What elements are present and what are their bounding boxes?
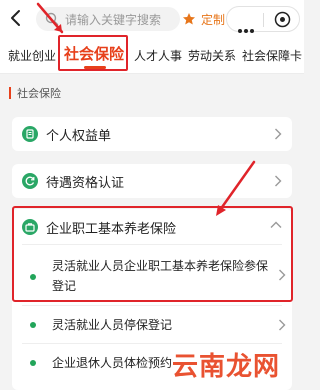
list-item-label: 个人权益单 bbox=[46, 129, 112, 144]
annotation-arrow bbox=[216, 160, 256, 216]
refresh-icon bbox=[22, 173, 38, 189]
back-icon[interactable] bbox=[6, 8, 26, 28]
section-header: 社会保险 bbox=[0, 80, 304, 106]
sub-item-label: 企业退休人员体检预约 bbox=[52, 356, 173, 370]
customize-button[interactable]: 定制 bbox=[182, 10, 225, 28]
search-placeholder: 请输入关键字搜索 bbox=[65, 13, 162, 27]
list-item-personal-rights[interactable]: 个人权益单 bbox=[12, 117, 292, 151]
close-icon[interactable] bbox=[274, 11, 291, 28]
chevron-right-icon bbox=[275, 128, 282, 140]
sub-item-label: 灵活就业人员停保登记 bbox=[52, 318, 173, 332]
star-icon bbox=[183, 13, 195, 25]
document-icon bbox=[22, 126, 38, 142]
annotation-box-tab bbox=[58, 35, 128, 71]
mini-program-capsule bbox=[226, 6, 300, 33]
list-item-label: 待遇资格认证 bbox=[46, 176, 125, 191]
watermark-text: 云南龙网 bbox=[172, 352, 281, 382]
watermark-logo: 云南龙网 bbox=[168, 344, 296, 384]
more-icon[interactable] bbox=[238, 18, 256, 37]
section-title: 社会保险 bbox=[17, 87, 61, 100]
chevron-right-icon bbox=[275, 175, 282, 187]
bullet-dot bbox=[30, 360, 36, 366]
customize-label: 定制 bbox=[201, 12, 226, 27]
category-tabs: 就业创业 社会保险 人才人事 劳动关系 社会保障卡 bbox=[0, 38, 304, 74]
bullet-dot bbox=[30, 322, 36, 328]
tab-employment[interactable]: 就业创业 bbox=[8, 47, 56, 64]
chevron-right-icon bbox=[279, 319, 286, 331]
sub-item-flexible-stop[interactable]: 灵活就业人员停保登记 bbox=[30, 313, 290, 337]
tab-labor-relations[interactable]: 劳动关系 bbox=[188, 47, 236, 64]
tab-talent[interactable]: 人才人事 bbox=[134, 47, 182, 64]
tab-social-security-card[interactable]: 社会保障卡 bbox=[242, 47, 304, 64]
